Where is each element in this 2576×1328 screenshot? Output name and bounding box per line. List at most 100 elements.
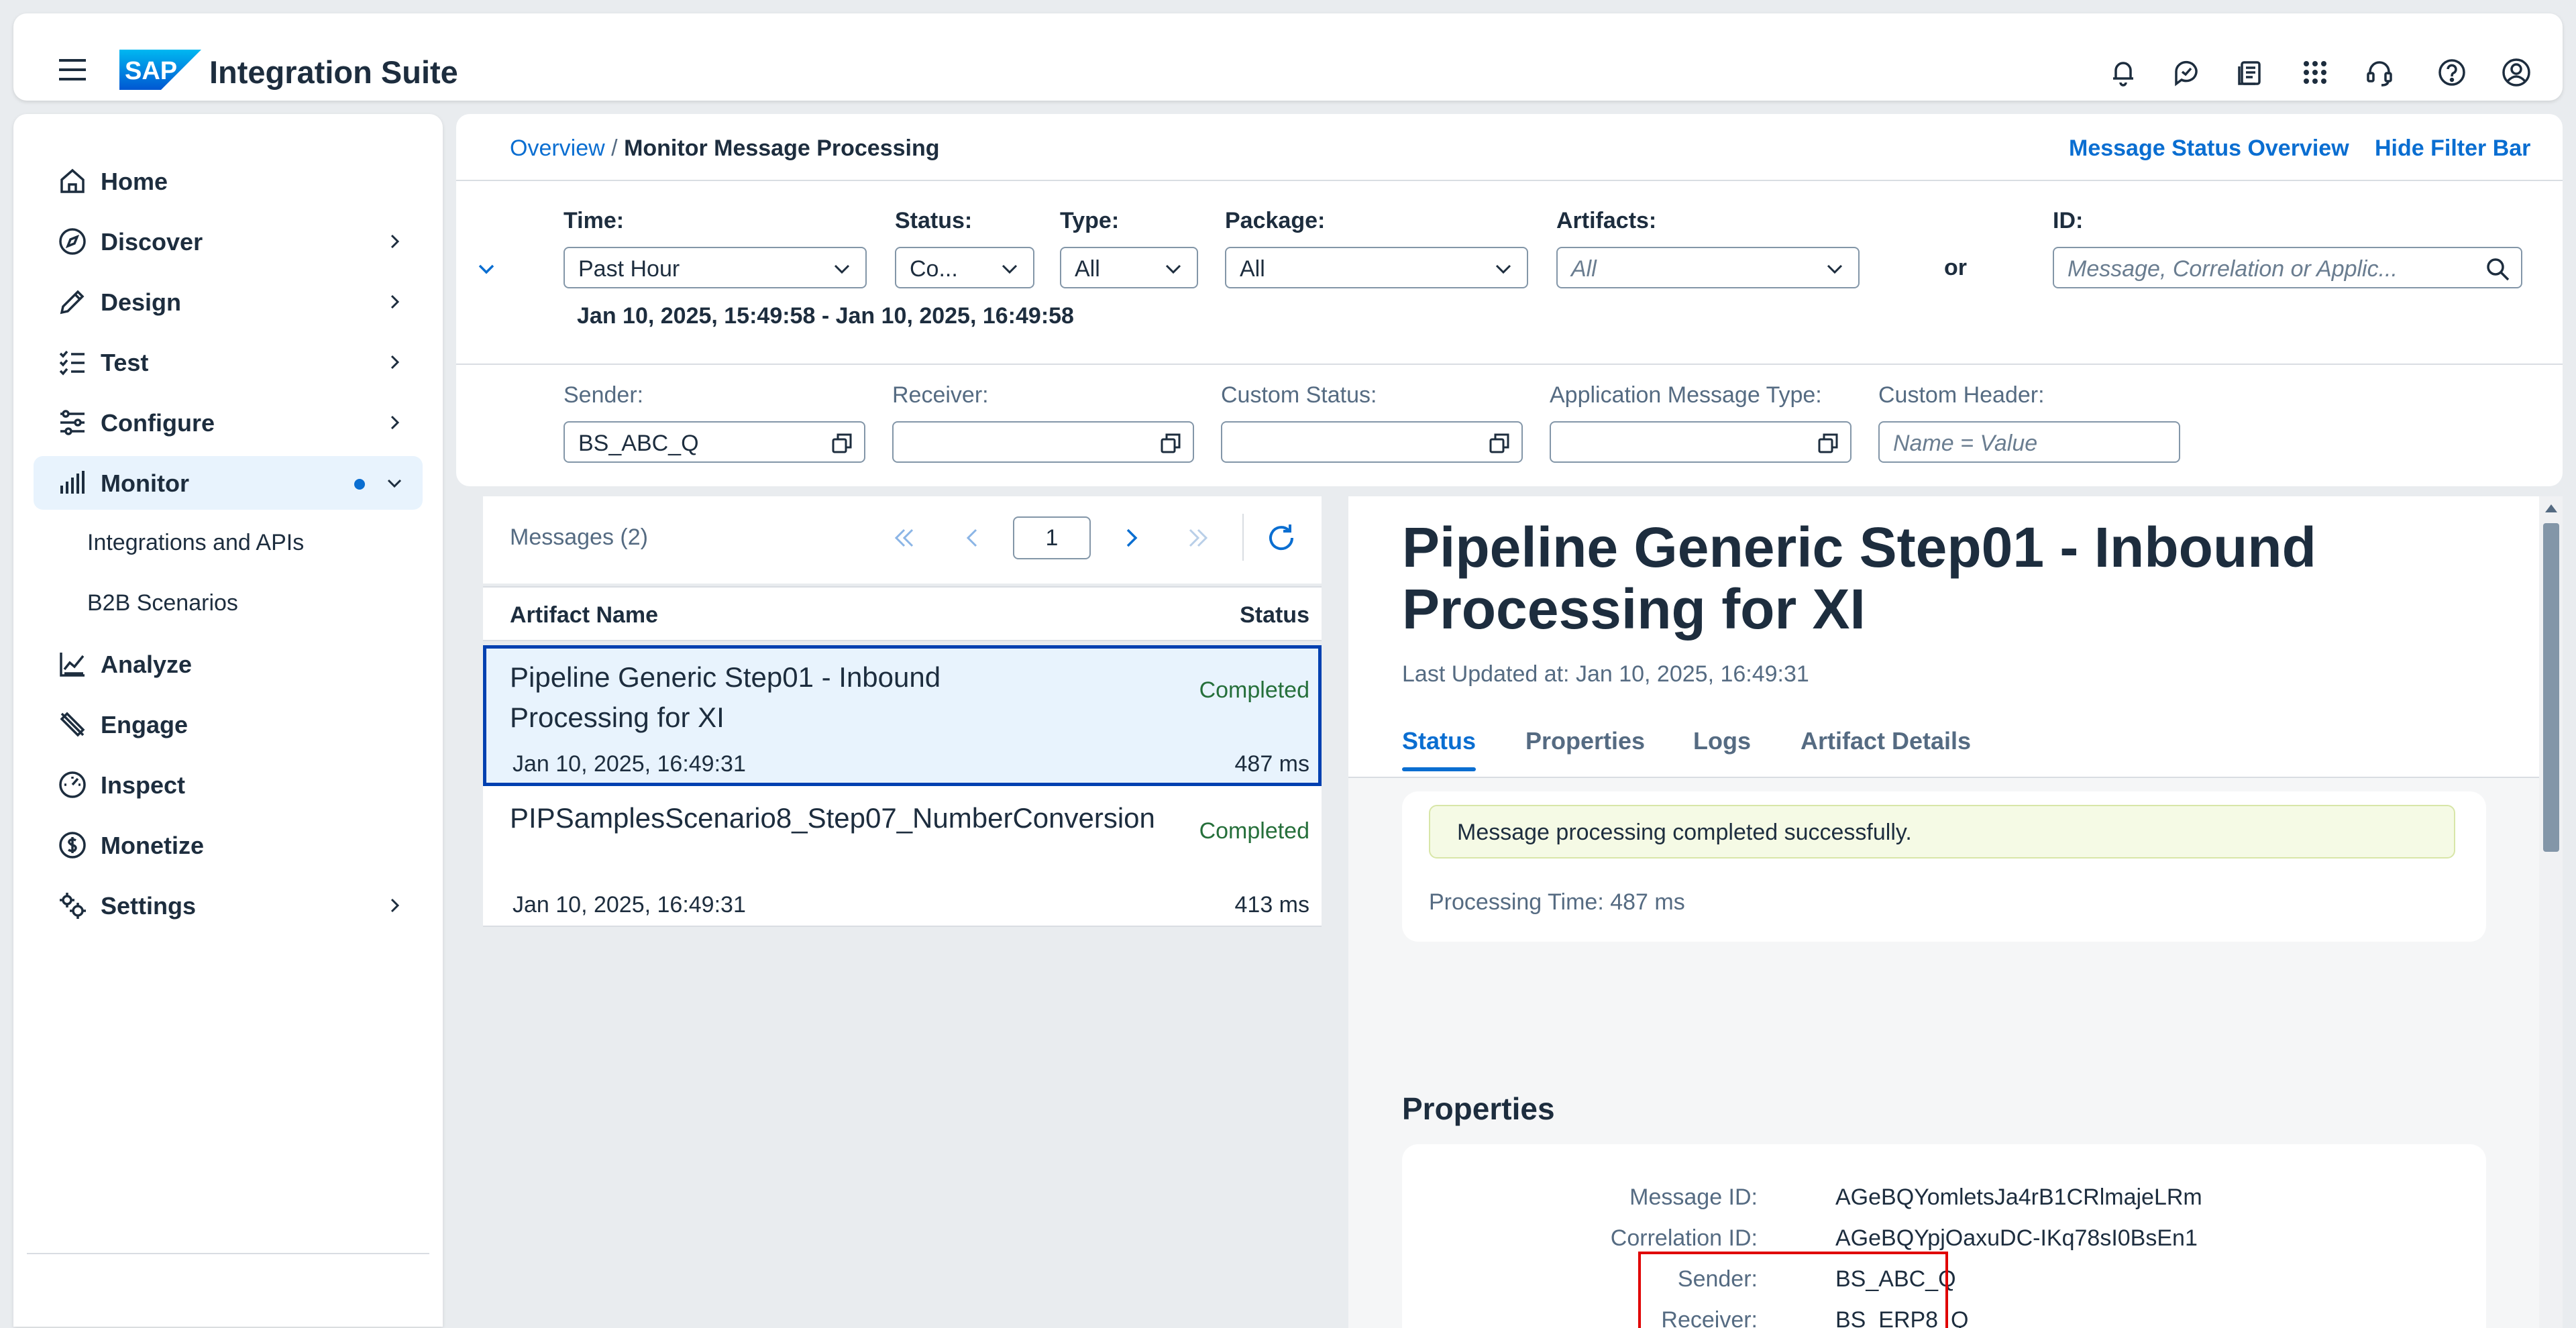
message-list-header: Artifact Name Status [483, 586, 1322, 641]
message-status: Completed [1199, 818, 1309, 844]
nav-sub-b2b-scenarios[interactable]: B2B Scenarios [87, 590, 238, 616]
artifacts-select[interactable]: All [1556, 247, 1860, 288]
package-select-value: All [1240, 256, 1265, 282]
sender-label: Sender: [564, 382, 644, 408]
checklist-icon [58, 347, 87, 377]
value-help-icon[interactable] [1817, 432, 1839, 455]
message-duration: 487 ms [1234, 751, 1310, 777]
chevron-down-icon [1165, 262, 1182, 276]
value-help-icon[interactable] [830, 432, 853, 455]
gears-icon [58, 891, 87, 920]
breadcrumb: Overview / Monitor Message Processing [510, 135, 940, 162]
message-duration: 413 ms [1234, 892, 1310, 918]
message-list-toolbar: Messages (2) 1 [483, 496, 1322, 584]
user-icon[interactable] [2501, 57, 2532, 88]
filter-divider [456, 364, 2563, 365]
tab-properties[interactable]: Properties [1525, 727, 1645, 755]
tab-artifact-details[interactable]: Artifact Details [1801, 727, 1971, 755]
nav-item-home[interactable]: Home [34, 154, 423, 208]
message-row[interactable]: Pipeline Generic Step01 - Inbound Proces… [483, 645, 1322, 786]
value-help-icon[interactable] [1488, 432, 1511, 455]
chevron-down-icon [1001, 262, 1018, 276]
property-value: AGeBQYpjOaxuDC-IKq78sI0BsEn1 [1835, 1225, 2198, 1251]
properties-card: Message ID: AGeBQYomletsJa4rB1CRlmajeLRm… [1402, 1144, 2486, 1328]
custom-header-input[interactable]: Name = Value [1878, 421, 2180, 463]
chevron-down-icon [386, 475, 402, 491]
nav-sub-integrations-apis[interactable]: Integrations and APIs [87, 530, 304, 556]
hide-filter-bar-link[interactable]: Hide Filter Bar [2375, 135, 2530, 162]
page-number-input[interactable]: 1 [1013, 516, 1091, 559]
chevron-right-icon [386, 897, 402, 914]
detail-title: Pipeline Generic Step01 - Inbound Proces… [1402, 516, 2316, 641]
nav-item-engage[interactable]: Engage [34, 698, 423, 751]
app-msg-type-input[interactable] [1550, 421, 1851, 463]
line-chart-icon [58, 649, 87, 679]
messages-count: Messages (2) [510, 524, 648, 550]
message-row[interactable]: PIPSamplesScenario8_Step07_NumberConvers… [483, 786, 1322, 927]
message-status-overview-link[interactable]: Message Status Overview [2069, 135, 2349, 162]
chevron-down-icon [1826, 262, 1843, 276]
time-label: Time: [564, 208, 625, 233]
first-page-icon[interactable] [891, 524, 918, 551]
tab-divider [1348, 777, 2539, 778]
sliders-icon [58, 408, 87, 437]
chevron-right-icon [386, 414, 402, 431]
refresh-icon[interactable] [1265, 522, 1297, 554]
nav-item-inspect[interactable]: Inspect [34, 758, 423, 812]
nav-label: Monitor [101, 469, 189, 497]
sender-receiver-highlight [1638, 1252, 1948, 1328]
nav-label: Home [101, 168, 168, 195]
chevron-right-icon [386, 294, 402, 310]
nav-item-monetize[interactable]: Monetize [34, 818, 423, 872]
nav-item-configure[interactable]: Configure [34, 396, 423, 449]
menu-icon[interactable] [58, 58, 87, 82]
sender-input[interactable]: BS_ABC_Q [564, 421, 865, 463]
svg-text:SAP: SAP [125, 57, 177, 85]
package-select[interactable]: All [1225, 247, 1528, 288]
sender-input-value: BS_ABC_Q [578, 431, 699, 456]
support-icon[interactable] [2364, 57, 2395, 88]
nav-item-settings[interactable]: Settings [34, 879, 423, 932]
app-msg-type-label: Application Message Type: [1550, 382, 1822, 408]
notification-dot [354, 479, 365, 490]
id-search-input[interactable]: Message, Correlation or Applic... [2053, 247, 2522, 288]
bell-icon[interactable] [2108, 57, 2139, 88]
type-select[interactable]: All [1060, 247, 1198, 288]
page-title: Monitor Message Processing [624, 135, 940, 161]
previous-page-icon[interactable] [959, 524, 986, 551]
properties-section-title: Properties [1402, 1091, 1555, 1126]
scroll-up-icon[interactable] [2544, 502, 2559, 515]
nav-item-discover[interactable]: Discover [34, 215, 423, 268]
type-select-value: All [1075, 256, 1100, 282]
collapse-filter-icon[interactable] [476, 259, 496, 279]
chevron-down-icon [1495, 262, 1512, 276]
status-select[interactable]: Co... [895, 247, 1034, 288]
tab-status[interactable]: Status [1402, 727, 1476, 755]
nav-item-monitor[interactable]: Monitor [34, 456, 423, 510]
help-icon[interactable] [2436, 57, 2467, 88]
custom-status-input[interactable] [1221, 421, 1523, 463]
apps-grid-icon[interactable] [2300, 57, 2330, 88]
last-page-icon[interactable] [1185, 524, 1212, 551]
time-select[interactable]: Past Hour [564, 247, 867, 288]
nav-item-design[interactable]: Design [34, 275, 423, 329]
feedback-icon[interactable] [2171, 57, 2202, 88]
nav-item-test[interactable]: Test [34, 335, 423, 389]
nav-item-analyze[interactable]: Analyze [34, 637, 423, 691]
side-navigation: Home Discover Design Test Configure Moni… [13, 114, 443, 1327]
next-page-icon[interactable] [1118, 524, 1144, 551]
nav-label: Inspect [101, 771, 186, 799]
receiver-input[interactable] [892, 421, 1194, 463]
search-icon[interactable] [2485, 256, 2510, 282]
value-help-icon[interactable] [1159, 432, 1182, 455]
sap-logo[interactable]: SAP [119, 50, 201, 90]
custom-header-placeholder: Name = Value [1893, 431, 2038, 456]
nav-label: Discover [101, 228, 203, 256]
artifact-name-column-header: Artifact Name [510, 602, 659, 628]
breadcrumb-overview-link[interactable]: Overview [510, 135, 605, 161]
detail-scrollbar-thumb[interactable] [2543, 523, 2559, 852]
whats-new-icon[interactable] [2235, 57, 2266, 88]
status-column-header: Status [1240, 602, 1309, 628]
tab-logs[interactable]: Logs [1693, 727, 1751, 755]
last-updated-text: Last Updated at: Jan 10, 2025, 16:49:31 [1402, 661, 1809, 687]
